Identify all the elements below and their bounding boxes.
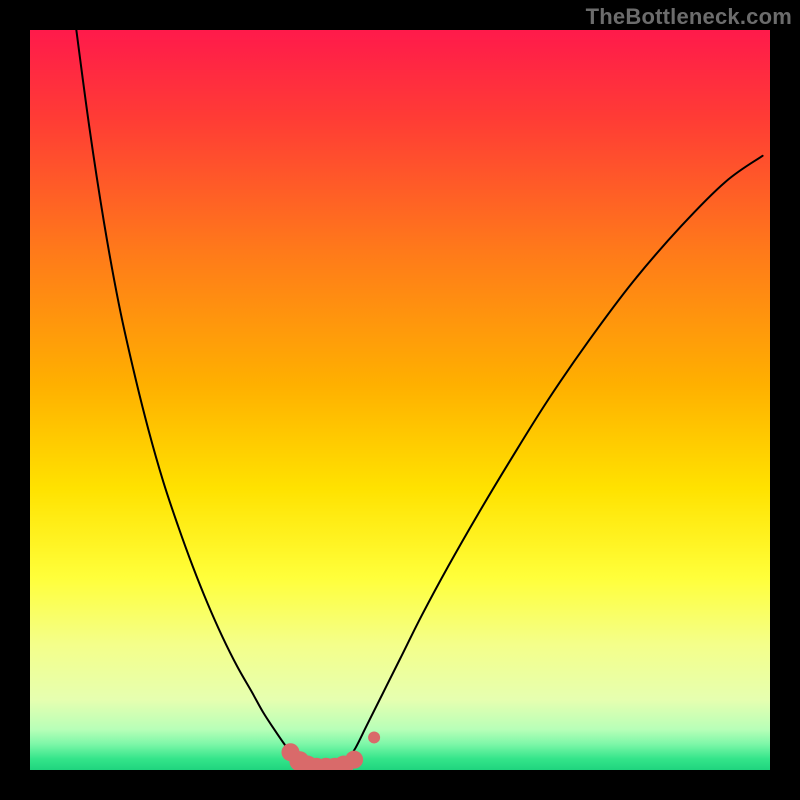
plot-area xyxy=(30,30,770,770)
watermark-text: TheBottleneck.com xyxy=(586,4,792,30)
marker-point xyxy=(345,751,363,769)
marker-point xyxy=(368,731,380,743)
plot-svg xyxy=(30,30,770,770)
chart-frame: TheBottleneck.com xyxy=(0,0,800,800)
